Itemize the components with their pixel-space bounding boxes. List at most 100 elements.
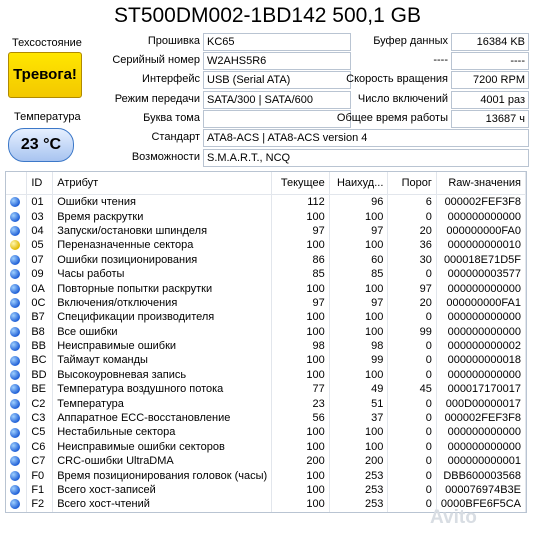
power-on-count-field: 4001 раз — [451, 91, 529, 109]
current-value-cell: 100 — [271, 367, 330, 383]
table-row[interactable]: BE Температура воздушного потока 77 49 45 000… — [6, 382, 526, 397]
raw-value-cell: 000000000000 — [436, 281, 526, 296]
raw-value-cell: 000017170017 — [436, 382, 526, 397]
attribute-id-cell: BE — [26, 382, 54, 397]
status-dot-icon — [10, 355, 20, 366]
table-row[interactable]: BB Неисправимые ошибки 98 98 0 000000000002 — [6, 338, 526, 354]
status-cell — [6, 266, 28, 282]
features-label: Возможности — [131, 151, 200, 163]
attribute-id-cell: F0 — [26, 468, 54, 483]
table-row[interactable]: 03 Время раскрутки 100 100 0 000000000000 — [6, 209, 526, 224]
raw-value-cell: 000000000018 — [436, 353, 526, 368]
table-row[interactable]: 01 Ошибки чтения 112 96 6 000002FEF3F8 — [6, 194, 526, 210]
column-header-id[interactable]: ID — [26, 172, 54, 195]
status-dot-icon — [10, 456, 20, 467]
threshold-cell: 99 — [387, 324, 437, 339]
table-row[interactable]: F1 Всего хост-записей 100 253 0 000076974B3E — [6, 482, 526, 498]
status-cell — [6, 353, 28, 368]
current-value-cell: 100 — [271, 281, 330, 296]
column-header-current[interactable]: Текущее — [271, 172, 330, 195]
column-header-attribute[interactable]: Атрибут — [52, 172, 273, 195]
attribute-name-cell: Все ошибки — [52, 324, 273, 339]
attribute-id-cell: F2 — [26, 497, 54, 512]
table-row[interactable]: 0A Повторные попытки раскрутки 100 100 97 000… — [6, 281, 526, 296]
current-value-cell: 100 — [271, 310, 330, 325]
dash-field: ---- — [451, 52, 529, 70]
standard-field: ATA8-ACS | ATA8-ACS version 4 — [203, 129, 529, 147]
table-row[interactable]: B8 Все ошибки 100 100 99 000000000000 — [6, 324, 526, 339]
status-dot-icon — [10, 211, 20, 222]
column-header-raw[interactable]: Raw-значения — [436, 172, 526, 195]
worst-value-cell: 253 — [329, 482, 389, 498]
serial-label: Серийный номер — [112, 54, 200, 66]
table-row[interactable]: 07 Ошибки позиционирования 86 60 30 000018E71… — [6, 252, 526, 267]
raw-value-cell: 000000000002 — [436, 338, 526, 354]
current-value-cell: 100 — [271, 482, 330, 498]
column-header-worst[interactable]: Наихуд... — [329, 172, 389, 195]
firmware-field: KC65 — [203, 33, 351, 51]
threshold-cell: 0 — [387, 396, 437, 411]
status-cell — [6, 454, 28, 469]
health-status-button[interactable]: Тревога! — [8, 52, 82, 98]
table-row[interactable]: 04 Запуски/остановки шпинделя 97 97 20 000000… — [6, 223, 526, 239]
raw-value-cell: 000000000000 — [436, 324, 526, 339]
table-row[interactable]: BC Таймаут команды 100 99 0 000000000018 — [6, 353, 526, 368]
column-header-threshold[interactable]: Порог — [387, 172, 437, 195]
current-value-cell: 112 — [271, 194, 330, 210]
table-header-row: ID Атрибут Текущее Наихуд... Порог Raw-з… — [6, 172, 526, 195]
smart-attributes-table[interactable]: ID Атрибут Текущее Наихуд... Порог Raw-з… — [5, 171, 527, 513]
attribute-id-cell: C5 — [26, 425, 54, 440]
attribute-name-cell: Время раскрутки — [52, 209, 273, 224]
attribute-id-cell: 01 — [26, 194, 54, 210]
status-dot-icon — [10, 470, 20, 481]
current-value-cell: 56 — [271, 410, 330, 426]
attribute-id-cell: BB — [26, 338, 54, 354]
worst-value-cell: 37 — [329, 410, 389, 426]
column-header-status[interactable] — [6, 172, 28, 195]
interface-field: USB (Serial ATA) — [203, 71, 351, 89]
power-on-hours-field: 13687 ч — [451, 110, 529, 128]
table-row[interactable]: 0C Включения/отключения 97 97 20 000000000FA1 — [6, 295, 526, 311]
raw-value-cell: 000000000001 — [436, 454, 526, 469]
status-dot-icon — [10, 326, 20, 337]
status-cell — [6, 338, 28, 354]
worst-value-cell: 99 — [329, 353, 389, 368]
raw-value-cell: 000018E71D5F — [436, 252, 526, 267]
status-dot-icon — [10, 283, 20, 294]
rotation-speed-field: 7200 RPM — [451, 71, 529, 89]
attribute-name-cell: Аппаратное ECC-восстановление — [52, 410, 273, 426]
worst-value-cell: 85 — [329, 266, 389, 282]
dash-label: ---- — [433, 54, 448, 66]
threshold-cell: 0 — [387, 209, 437, 224]
status-cell — [6, 310, 28, 325]
table-row[interactable]: C6 Неисправимые ошибки секторов 100 100 0 000… — [6, 439, 526, 455]
worst-value-cell: 253 — [329, 468, 389, 483]
temperature-badge[interactable]: 23 °C — [8, 128, 74, 162]
threshold-cell: 0 — [387, 310, 437, 325]
table-row[interactable]: C3 Аппаратное ECC-восстановление 56 37 0 0000… — [6, 410, 526, 426]
attribute-name-cell: Спецификации производителя — [52, 310, 273, 325]
table-row[interactable]: C7 CRC-ошибки UltraDMA 200 200 0 000000000001 — [6, 454, 526, 469]
table-row[interactable]: C5 Нестабильные сектора 100 100 0 00000000000… — [6, 425, 526, 440]
worst-value-cell: 100 — [329, 367, 389, 383]
table-row[interactable]: 09 Часы работы 85 85 0 000000003577 — [6, 266, 526, 282]
status-dot-icon — [10, 384, 20, 395]
table-row[interactable]: 05 Переназначенные сектора 100 100 36 0000000… — [6, 238, 526, 253]
worst-value-cell: 98 — [329, 338, 389, 354]
table-row[interactable]: F0 Время позиционирования головок (часы) 1… — [6, 468, 526, 483]
table-row[interactable]: B7 Спецификации производителя 100 100 0 00000… — [6, 310, 526, 325]
status-cell — [6, 281, 28, 296]
current-value-cell: 100 — [271, 468, 330, 483]
status-dot-icon — [10, 197, 20, 208]
raw-value-cell: 000002FEF3F8 — [436, 410, 526, 426]
volume-letter-label: Буква тома — [143, 112, 200, 124]
raw-value-cell: 000000000FA0 — [436, 223, 526, 239]
status-label: Техсостояние — [12, 37, 82, 49]
attribute-id-cell: F1 — [26, 482, 54, 498]
attribute-name-cell: Нестабильные сектора — [52, 425, 273, 440]
attribute-id-cell: C2 — [26, 396, 54, 411]
table-row[interactable]: C2 Температура 23 51 0 000D00000017 — [6, 396, 526, 411]
threshold-cell: 6 — [387, 194, 437, 210]
current-value-cell: 100 — [271, 439, 330, 455]
table-row[interactable]: BD Высокоуровневая запись 100 100 0 000000000… — [6, 367, 526, 383]
